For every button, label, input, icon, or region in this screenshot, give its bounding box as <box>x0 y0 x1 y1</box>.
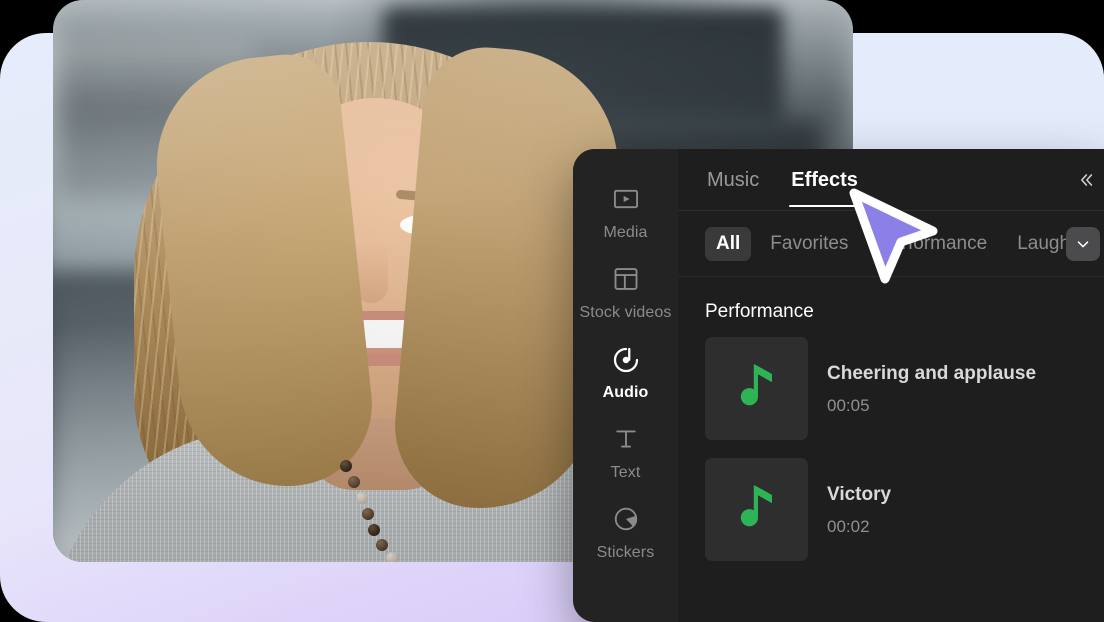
music-note-icon <box>731 358 783 419</box>
sidebar-item-media[interactable]: Media <box>573 175 678 255</box>
chip-all[interactable]: All <box>705 226 752 261</box>
effects-list: Cheering and applause 00:05 Victory 00:0… <box>678 331 1104 579</box>
text-t-icon <box>573 425 678 455</box>
chevron-double-left-icon[interactable] <box>1070 165 1100 195</box>
sidebar-item-stickers-label: Stickers <box>596 544 655 561</box>
subject-necklace <box>338 460 498 562</box>
tab-effects[interactable]: Effects <box>789 153 860 207</box>
section-title-performance: Performance <box>705 301 814 322</box>
effect-meta: Victory 00:02 <box>808 483 891 537</box>
sidebar-item-stock-videos[interactable]: Stock videos <box>573 255 678 335</box>
effect-meta: Cheering and applause 00:05 <box>808 362 1036 416</box>
chevron-down-icon[interactable] <box>1066 226 1100 261</box>
audio-disc-note-icon <box>573 345 678 375</box>
sidebar-item-audio-label: Audio <box>602 384 649 401</box>
music-note-icon <box>731 479 783 540</box>
media-play-rectangle-icon <box>573 185 678 215</box>
sidebar-item-media-label: Media <box>603 224 648 241</box>
stickers-circle-icon <box>573 505 678 535</box>
effect-duration: 00:02 <box>827 516 870 536</box>
list-item[interactable]: Victory 00:02 <box>705 458 1077 561</box>
effect-title: Victory <box>827 483 892 505</box>
tab-music[interactable]: Music <box>705 153 761 207</box>
effect-thumbnail[interactable] <box>705 458 808 561</box>
effect-title: Cheering and applause <box>827 362 1037 384</box>
sidebar-item-audio[interactable]: Audio <box>573 335 678 415</box>
sidebar-item-stickers[interactable]: Stickers <box>573 495 678 575</box>
panel-content: Music Effects All Favorites Performance … <box>678 149 1104 622</box>
sidebar-item-text[interactable]: Text <box>573 415 678 495</box>
editor-panel: Media Stock videos Audio Text Stickers M… <box>573 149 1104 622</box>
chip-favorites[interactable]: Favorites <box>759 227 859 261</box>
panel-filter-chips: All Favorites Performance Laugh <box>678 211 1104 277</box>
sidebar-item-text-label: Text <box>610 464 641 481</box>
screenshot-stage: Media Stock videos Audio Text Stickers M… <box>0 0 1104 622</box>
panel-tabs: Music Effects <box>678 149 1104 211</box>
effect-thumbnail[interactable] <box>705 337 808 440</box>
sidebar-item-stock-videos-label: Stock videos <box>579 304 672 321</box>
list-item[interactable]: Cheering and applause 00:05 <box>705 337 1077 440</box>
chip-performance[interactable]: Performance <box>867 227 998 261</box>
stock-videos-layout-icon <box>573 265 678 295</box>
effect-duration: 00:05 <box>827 395 870 415</box>
sidebar-rail: Media Stock videos Audio Text Stickers <box>573 149 678 622</box>
